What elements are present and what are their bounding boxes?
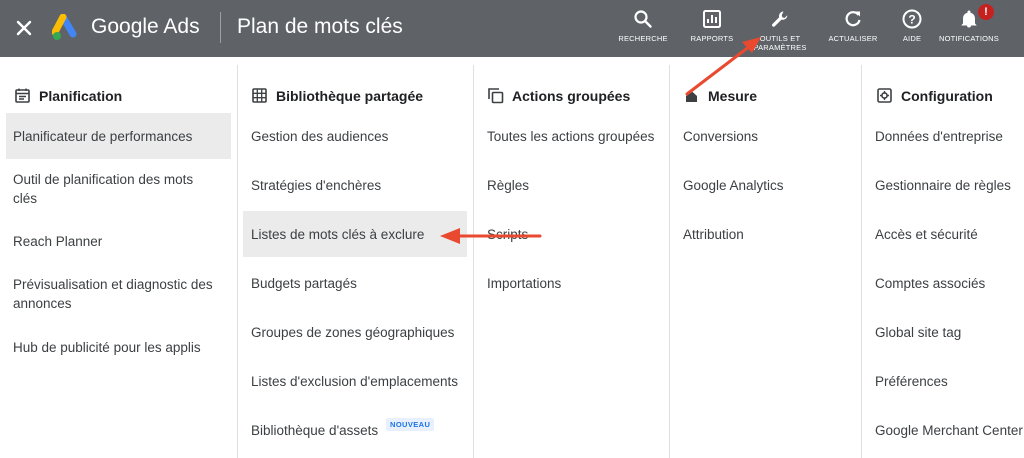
menu-item-ad-preview[interactable]: Prévisualisation et diagnostic des annon… <box>13 275 228 313</box>
bell-icon <box>961 10 977 28</box>
column-title: Configuration <box>901 87 993 104</box>
tools-settings-button[interactable]: OUTILS ET PARAMÈTRES <box>752 8 808 54</box>
menu-item-audience-manager[interactable]: Gestion des audiences <box>251 127 388 146</box>
copy-icon <box>488 88 504 104</box>
search-label: RECHERCHE <box>618 34 668 43</box>
menu-item-negative-keyword-lists[interactable]: Listes de mots clés à exclure <box>243 211 467 257</box>
item-line: annonces <box>13 296 72 311</box>
menu-item-placement-exclusions[interactable]: Listes d'exclusion d'emplacements <box>251 372 458 391</box>
help-icon: ? <box>902 9 922 29</box>
svg-text:?: ? <box>908 13 915 27</box>
item-line: Outil de planification des mots <box>13 172 194 187</box>
menu-item-location-groups[interactable]: Groupes de zones géographiques <box>251 323 454 342</box>
column-bibliotheque: Bibliothèque partagée Gestion des audien… <box>238 65 473 458</box>
reports-button[interactable]: RAPPORTS <box>688 8 736 54</box>
column-header-configuration: Configuration <box>876 87 993 104</box>
menu-item-app-hub[interactable]: Hub de publicité pour les applis <box>13 338 201 357</box>
menu-item-uploads[interactable]: Importations <box>487 274 561 293</box>
tools-label-line1: OUTILS ET <box>759 34 801 43</box>
menu-item-linked-accounts[interactable]: Comptes associés <box>875 274 985 293</box>
close-icon[interactable] <box>13 17 35 39</box>
refresh-label: ACTUALISER <box>828 34 878 43</box>
menu-item-merchant-center[interactable]: Google Merchant Center <box>875 421 1023 440</box>
item-line: clés <box>13 191 38 206</box>
column-header-planification: Planification <box>14 87 122 104</box>
menu-item-conversions[interactable]: Conversions <box>683 127 758 146</box>
measure-icon <box>686 91 697 102</box>
menu-item-global-site-tag[interactable]: Global site tag <box>875 323 961 342</box>
menu-item-google-analytics[interactable]: Google Analytics <box>683 176 784 195</box>
help-label: AIDE <box>902 34 922 43</box>
menu-item-all-bulk-actions[interactable]: Toutes les actions groupées <box>487 127 654 146</box>
column-title: Actions groupées <box>512 87 631 104</box>
notifications-button[interactable]: ! NOTIFICATIONS <box>938 4 1000 54</box>
column-header-mesure: Mesure <box>683 87 757 104</box>
refresh-icon <box>845 11 861 27</box>
notification-badge: ! <box>978 4 994 20</box>
menu-item-attribution[interactable]: Attribution <box>683 225 744 244</box>
menu-item-keyword-planner[interactable]: Outil de planification des mots clés <box>13 170 228 208</box>
menu-item-access-security[interactable]: Accès et sécurité <box>875 225 978 244</box>
menu-item-preferences[interactable]: Préférences <box>875 372 948 391</box>
header-divider <box>220 12 221 43</box>
menu-item-bid-strategies[interactable]: Stratégies d'enchères <box>251 176 381 195</box>
item-line: Prévisualisation et diagnostic des <box>13 277 213 292</box>
column-header-bibliotheque: Bibliothèque partagée <box>251 87 423 104</box>
menu-item-reach-planner[interactable]: Reach Planner <box>13 232 102 251</box>
column-mesure: Mesure Conversions Google Analytics Attr… <box>670 65 861 458</box>
column-configuration: Configuration Données d'entreprise Gesti… <box>862 65 1024 458</box>
top-bar: Google Ads Plan de mots clés RECHERCHE R… <box>0 0 1024 57</box>
help-button[interactable]: ? AIDE <box>896 8 928 54</box>
menu-item-shared-budgets[interactable]: Budgets partagés <box>251 274 357 293</box>
column-title: Mesure <box>708 87 758 104</box>
column-title: Planification <box>39 87 123 104</box>
menu-item-rules[interactable]: Règles <box>487 176 529 195</box>
google-ads-logo-icon <box>51 13 82 42</box>
menu-item-performance-planner[interactable]: Planificateur de performances <box>6 113 231 159</box>
tools-menu: Planification Planificateur de performan… <box>0 57 1024 458</box>
tools-label-line2: PARAMÈTRES <box>753 43 807 52</box>
menu-item-rules-manager[interactable]: Gestionnaire de règles <box>875 176 1011 195</box>
refresh-button[interactable]: ACTUALISER <box>826 8 880 54</box>
reports-icon <box>703 10 721 28</box>
calendar-icon <box>15 88 30 103</box>
search-button[interactable]: RECHERCHE <box>618 8 668 54</box>
new-badge: NOUVEAU <box>386 418 435 431</box>
menu-item-asset-library[interactable]: Bibliothèque d'assets <box>251 421 378 440</box>
brand-name: Google Ads <box>91 15 200 38</box>
menu-item-scripts[interactable]: Scripts <box>487 225 528 244</box>
reports-label: RAPPORTS <box>690 34 734 43</box>
page-title: Plan de mots clés <box>237 15 403 38</box>
column-title: Bibliothèque partagée <box>276 87 424 104</box>
search-icon <box>634 10 652 28</box>
grid-icon <box>252 88 267 103</box>
notifications-label: NOTIFICATIONS <box>939 34 999 43</box>
column-planification: Planification Planificateur de performan… <box>0 65 237 458</box>
settings-icon <box>877 88 892 103</box>
wrench-icon <box>772 11 788 27</box>
column-header-actions: Actions groupées <box>487 87 630 104</box>
column-actions: Actions groupées Toutes les actions grou… <box>474 65 669 458</box>
menu-item-business-data[interactable]: Données d'entreprise <box>875 127 1003 146</box>
